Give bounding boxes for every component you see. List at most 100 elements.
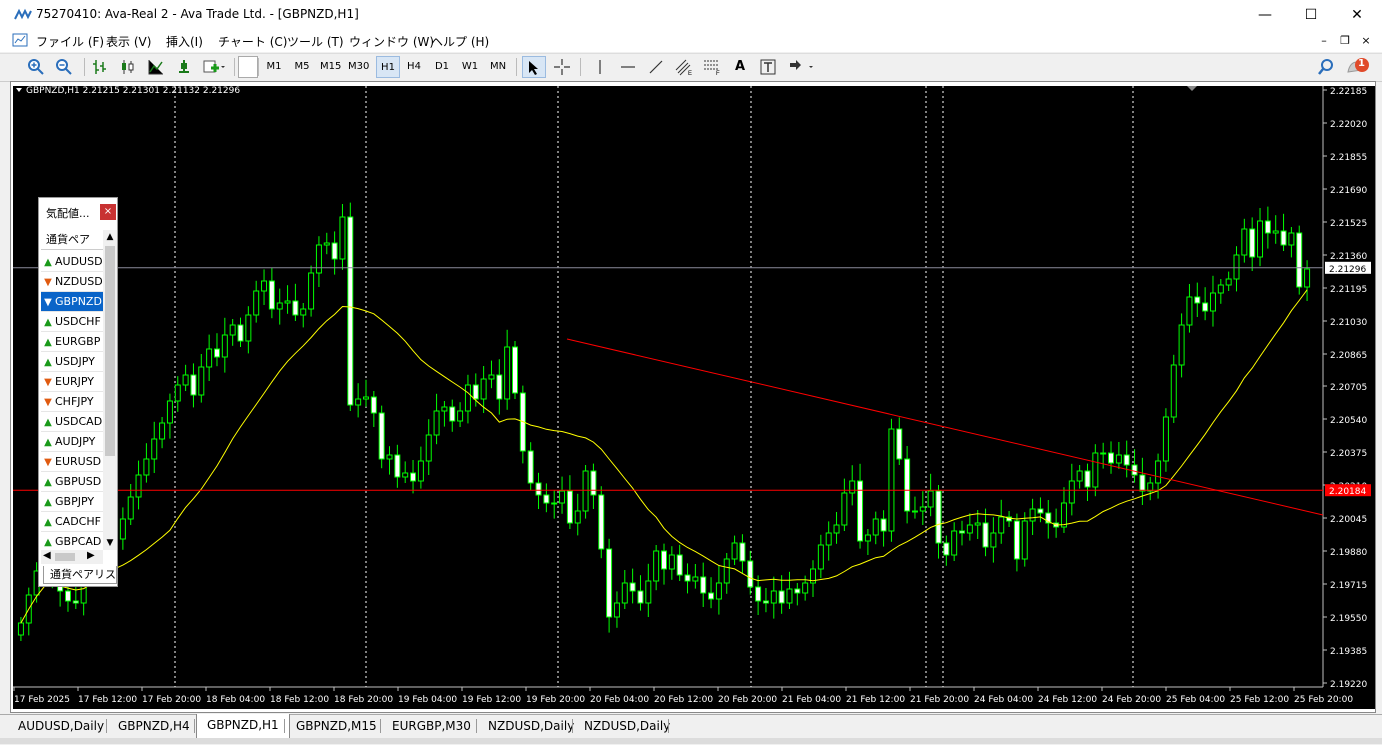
chart-tab[interactable]: GBPNZD,H4 — [108, 715, 200, 737]
mdi-close-button[interactable]: × — [1358, 33, 1374, 49]
search-icon[interactable] — [1316, 56, 1336, 78]
trendline-icon[interactable] — [646, 56, 666, 78]
close-button[interactable]: ✕ — [1334, 0, 1380, 30]
symbol-name: EURGBP — [55, 335, 101, 348]
add-chart-icon[interactable] — [202, 56, 226, 78]
candle-bear — [1037, 508, 1044, 514]
vertical-line-icon[interactable] — [590, 56, 610, 78]
timeframe-h4[interactable]: H4 — [404, 56, 424, 78]
mdi-restore-button[interactable]: ❐ — [1337, 33, 1353, 49]
timeframe-m5[interactable]: M5 — [292, 56, 312, 78]
market-watch-row[interactable]: ▲ EURGBP — [41, 332, 103, 352]
market-watch-row[interactable]: ▲ USDCAD — [41, 412, 103, 432]
cursor-icon[interactable] — [522, 56, 546, 78]
candle-bull — [1068, 480, 1075, 504]
arrow-down-icon: ▼ — [44, 457, 52, 468]
candle-bull — [339, 216, 346, 260]
chart-tab[interactable]: GBPNZD,H1 — [196, 714, 290, 739]
market-watch-row[interactable]: ▼ EURUSD — [41, 452, 103, 472]
chart-tab[interactable]: NZDUSD,Daily — [574, 715, 680, 737]
market-watch-close-button[interactable]: × — [100, 204, 116, 220]
text-tool-icon[interactable]: A — [730, 56, 750, 78]
market-watch-row[interactable]: ▲ GBPCAD — [41, 532, 103, 552]
candle-bull — [245, 314, 252, 342]
scroll-right-icon[interactable]: ▶ — [87, 550, 95, 561]
market-watch-vscroll[interactable]: ▲ ▼ — [103, 230, 117, 550]
market-watch-hscroll[interactable]: ◀ ▶ — [41, 550, 103, 564]
zoom-out-icon[interactable] — [54, 56, 74, 78]
fibonacci-icon[interactable]: F — [702, 56, 722, 78]
candle-bear — [543, 494, 550, 504]
timeframe-w1[interactable]: W1 — [460, 56, 480, 78]
candle-bear — [237, 324, 244, 342]
bar-chart-icon[interactable] — [90, 56, 110, 78]
auto-scroll-icon[interactable] — [174, 56, 194, 78]
price-chart[interactable]: 2.22185 2.22020 2.21855 2.21690 2.21525 2.213… — [11, 82, 1375, 712]
chart-window[interactable]: 2.22185 2.22020 2.21855 2.21690 2.21525 2.213… — [10, 81, 1376, 713]
crosshair-icon[interactable] — [552, 56, 572, 78]
market-watch-row[interactable]: ▲ GBPJPY — [41, 492, 103, 512]
line-chart-icon[interactable] — [146, 56, 166, 78]
menu-tools[interactable]: ツール (T) — [287, 33, 344, 50]
symbol-column-header[interactable]: 通貨ペア — [41, 230, 105, 250]
candle-bear — [598, 494, 605, 550]
app-logo-icon — [14, 8, 32, 20]
market-watch-row[interactable]: ▲ AUDJPY — [41, 432, 103, 452]
scroll-down-icon[interactable]: ▼ — [103, 536, 117, 550]
candle-bear — [959, 530, 966, 534]
candle-bear — [661, 550, 667, 570]
timeframe-h1[interactable]: H1 — [376, 56, 400, 78]
candle-bull — [1100, 452, 1107, 455]
market-watch-row[interactable]: ▼ EURJPY — [41, 372, 103, 392]
timeframe-m30[interactable]: M30 — [348, 56, 369, 78]
menu-bar: ファイル (F) 表示 (V) 挿入(I) チャート (C) ツール (T) ウ… — [0, 30, 1382, 52]
chart-tab[interactable]: AUDUSD,Daily — [8, 715, 114, 737]
market-watch-row[interactable]: ▲ GBPUSD — [41, 472, 103, 492]
hscroll-thumb[interactable] — [55, 553, 75, 561]
market-watch-row[interactable]: ▲ USDCHF — [41, 312, 103, 332]
menu-view[interactable]: 表示 (V) — [106, 33, 151, 50]
menu-window[interactable]: ウィンドウ (W) — [349, 33, 434, 50]
candle-bear — [292, 300, 299, 316]
scroll-up-icon[interactable]: ▲ — [103, 230, 117, 244]
horizontal-line-icon[interactable] — [618, 56, 638, 78]
scroll-left-icon[interactable]: ◀ — [43, 550, 51, 561]
market-watch-row[interactable]: ▼ CHFJPY — [41, 392, 103, 412]
minimize-button[interactable]: — — [1242, 0, 1288, 30]
chart-tab[interactable]: GBPNZD,M15 — [286, 715, 387, 737]
menu-help[interactable]: ヘルプ (H) — [431, 33, 489, 50]
market-watch-header[interactable]: 気配値... × — [39, 198, 117, 226]
market-watch-row[interactable]: ▼ GBPNZD — [41, 292, 103, 312]
timeframe-m15[interactable]: M15 — [320, 56, 341, 78]
timeframe-m1[interactable]: M1 — [264, 56, 284, 78]
zoom-in-icon[interactable] — [26, 56, 46, 78]
market-watch-row[interactable]: ▼ NZDUSD — [41, 272, 103, 292]
candle-bull — [919, 506, 926, 512]
menu-insert[interactable]: 挿入(I) — [166, 33, 203, 50]
menu-file[interactable]: ファイル (F) — [36, 33, 104, 50]
mdi-minimize-button[interactable]: – — [1316, 33, 1332, 49]
chart-tab[interactable]: NZDUSD,Daily — [478, 715, 584, 737]
equidistant-channel-icon[interactable]: E — [674, 56, 694, 78]
text-label-icon[interactable] — [758, 56, 778, 78]
market-watch-row[interactable]: ▲ CADCHF — [41, 512, 103, 532]
candle-bull — [888, 428, 895, 532]
maximize-button[interactable]: ☐ — [1288, 0, 1334, 30]
candle-bull — [355, 398, 362, 406]
scroll-thumb[interactable] — [105, 246, 115, 456]
arrows-icon[interactable] — [786, 56, 816, 78]
candle-bear — [535, 482, 542, 496]
notification-icon[interactable]: 1 — [1344, 56, 1372, 78]
menu-chart[interactable]: チャート (C) — [218, 33, 287, 50]
timeframe-mn[interactable]: MN — [488, 56, 508, 78]
plot-area[interactable] — [13, 86, 1323, 687]
timeframe-d1[interactable]: D1 — [432, 56, 452, 78]
candle-bull — [166, 400, 173, 424]
market-watch-panel[interactable]: 気配値... × 通貨ペア ▲ AUDUSD ▼ NZDUSD ▼ GBPNZD ▲ USDC… — [38, 197, 118, 587]
market-watch-row[interactable]: ▲ AUDUSD — [41, 252, 103, 272]
market-watch-row[interactable]: ▲ USDJPY — [41, 352, 103, 372]
symbols-tab[interactable]: 通貨ペアリスト — [43, 566, 117, 584]
chart-tab[interactable]: EURGBP,M30 — [382, 715, 481, 737]
profile-box[interactable] — [238, 56, 258, 78]
candle-chart-icon[interactable] — [118, 56, 138, 78]
